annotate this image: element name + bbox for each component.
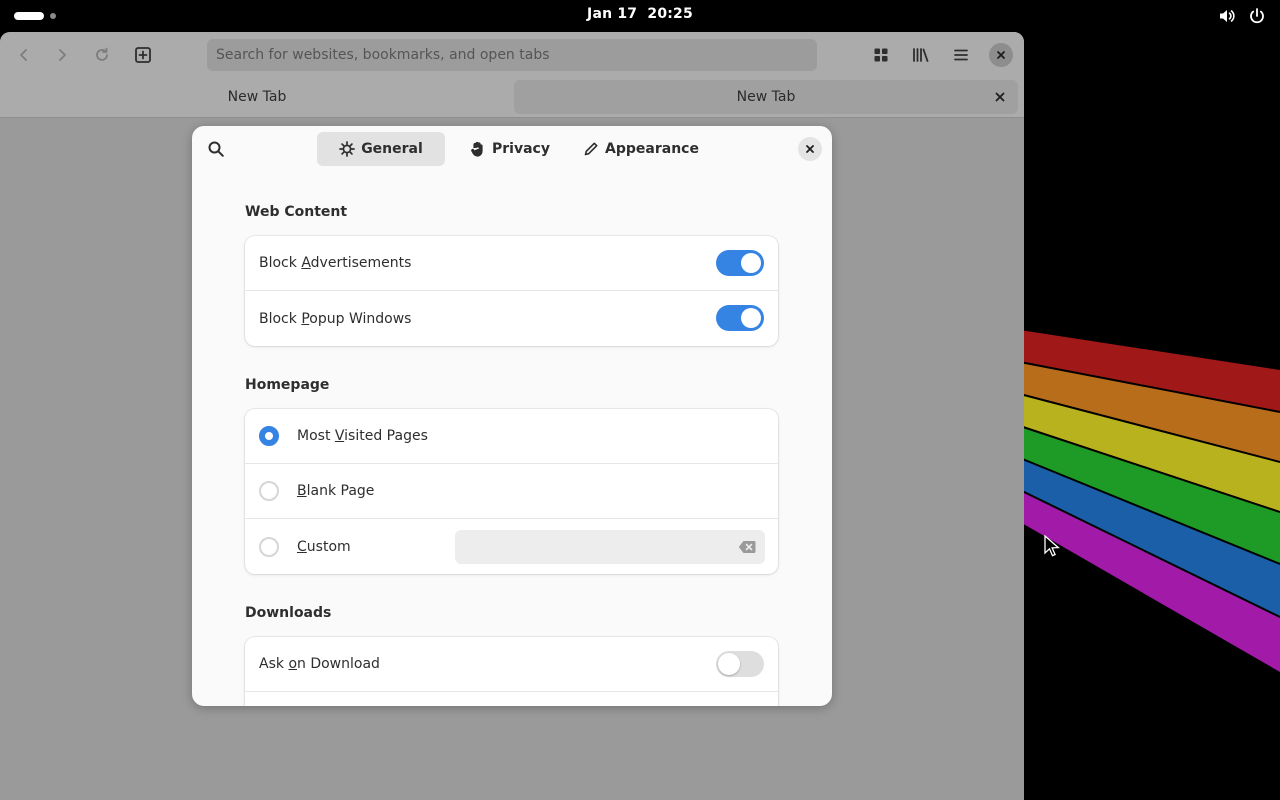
block-ads-row[interactable]: Block Advertisements <box>245 236 778 291</box>
tab-label: New Tab <box>227 89 287 105</box>
homepage-blank-page-row[interactable]: Blank Page <box>245 464 778 519</box>
system-tray[interactable] <box>1218 7 1266 29</box>
homepage-most-visited-row[interactable]: Most Visited Pages <box>245 409 778 464</box>
most-visited-label: Most Visited Pages <box>297 428 428 444</box>
browser-headerbar <box>0 32 1024 76</box>
label-suffix: opup Windows <box>309 310 412 327</box>
section-title-downloads: Downloads <box>245 605 332 621</box>
close-icon <box>995 92 1005 102</box>
homepage-custom-row[interactable]: Custom <box>245 519 778 574</box>
label-suffix: lank Page <box>306 483 375 499</box>
volume-icon[interactable] <box>1218 7 1236 29</box>
label-suffix: ustom <box>306 538 351 555</box>
tab-privacy[interactable]: Privacy <box>468 132 552 166</box>
block-ads-switch[interactable] <box>716 250 764 276</box>
ask-on-download-row[interactable]: Ask on Download <box>245 637 778 692</box>
ask-on-download-switch[interactable] <box>716 651 764 677</box>
new-tab-button[interactable] <box>128 40 158 70</box>
label-mnemonic: A <box>301 255 311 271</box>
custom-homepage-field[interactable] <box>455 530 765 564</box>
forward-arrow-icon <box>59 49 66 61</box>
label-suffix: n Download <box>297 656 380 672</box>
back-arrow-icon <box>20 49 27 61</box>
blank-page-radio[interactable] <box>259 481 279 501</box>
label-suffix: isited Pages <box>344 428 428 444</box>
tab-label: New Tab <box>736 89 796 105</box>
tab-appearance-label: Appearance <box>605 141 699 157</box>
dialog-close-button[interactable] <box>798 137 822 161</box>
section-title-homepage: Homepage <box>245 377 330 393</box>
tab-close-button[interactable] <box>990 87 1010 107</box>
switch-knob <box>718 653 740 675</box>
tab-general[interactable]: General <box>317 132 445 166</box>
homepage-card: Most Visited Pages Blank Page Custom <box>245 409 778 574</box>
reload-button[interactable] <box>87 40 117 70</box>
back-button[interactable] <box>9 40 39 70</box>
pencil-icon <box>584 142 598 156</box>
ask-on-download-label: Ask on Download <box>259 656 380 672</box>
activities-indicator[interactable] <box>14 12 56 20</box>
tab-bar: New Tab New Tab <box>0 76 1024 118</box>
workspace-active-pill <box>14 12 44 20</box>
mouse-cursor-icon <box>1044 535 1060 557</box>
clock-time: 20:25 <box>647 6 693 22</box>
blank-page-label: Blank Page <box>297 483 374 499</box>
custom-label: Custom <box>297 539 351 555</box>
forward-button[interactable] <box>47 40 77 70</box>
grid-icon <box>874 48 888 62</box>
close-icon <box>989 43 1013 67</box>
custom-radio[interactable] <box>259 536 279 557</box>
workspace-dot <box>50 13 56 19</box>
tab-new-tab-2[interactable]: New Tab <box>514 80 1018 114</box>
tab-overview-button[interactable] <box>866 40 896 70</box>
tab-new-tab-1[interactable]: New Tab <box>4 80 510 114</box>
label-prefix: Block <box>259 310 302 327</box>
address-bar[interactable] <box>207 39 817 71</box>
section-title-web-content: Web Content <box>245 204 348 220</box>
switch-knob <box>741 253 761 273</box>
label-prefix: Block <box>259 255 302 271</box>
tab-appearance[interactable]: Appearance <box>582 132 700 166</box>
block-popups-row[interactable]: Block Popup Windows <box>245 291 778 346</box>
label-prefix: Ask <box>259 656 289 672</box>
block-ads-label: Block Advertisements <box>259 255 411 271</box>
library-button[interactable] <box>906 40 936 70</box>
block-popups-label: Block Popup Windows <box>259 311 411 327</box>
clock[interactable]: Jan 17 20:25 <box>0 6 1280 22</box>
gear-icon <box>339 141 356 157</box>
hamburger-menu-icon <box>954 49 968 61</box>
block-popups-switch[interactable] <box>716 305 764 331</box>
hand-icon <box>471 141 483 157</box>
top-bar: Jan 17 20:25 <box>0 0 1280 32</box>
dialog-search-button[interactable] <box>202 135 230 163</box>
library-icon <box>913 48 929 62</box>
tab-general-label: General <box>361 141 423 157</box>
label-mnemonic: o <box>288 656 298 672</box>
tab-privacy-label: Privacy <box>492 141 550 157</box>
close-icon <box>806 145 814 153</box>
dialog-header: General Privacy Appearance <box>192 126 832 172</box>
label-mnemonic: C <box>297 538 307 555</box>
preferences-dialog: General Privacy Appearance Web Content B… <box>192 126 832 706</box>
power-icon[interactable] <box>1248 7 1266 29</box>
clear-text-icon[interactable] <box>738 540 756 554</box>
window-close-button[interactable] <box>986 40 1016 70</box>
label-suffix: dvertisements <box>310 255 412 271</box>
reload-icon <box>96 47 108 61</box>
search-icon <box>208 141 224 157</box>
label-mnemonic: B <box>297 483 307 499</box>
most-visited-radio[interactable] <box>259 426 279 446</box>
downloads-next-row[interactable] <box>245 692 778 706</box>
label-prefix: Most <box>297 428 335 444</box>
downloads-card: Ask on Download <box>245 637 778 706</box>
label-mnemonic: V <box>334 428 345 444</box>
web-content-card: Block Advertisements Block Popup Windows <box>245 236 778 346</box>
clock-date: Jan 17 <box>587 6 638 22</box>
search-input[interactable] <box>216 47 808 63</box>
main-menu-button[interactable] <box>946 40 976 70</box>
new-tab-icon <box>135 47 151 63</box>
switch-knob <box>741 308 761 328</box>
